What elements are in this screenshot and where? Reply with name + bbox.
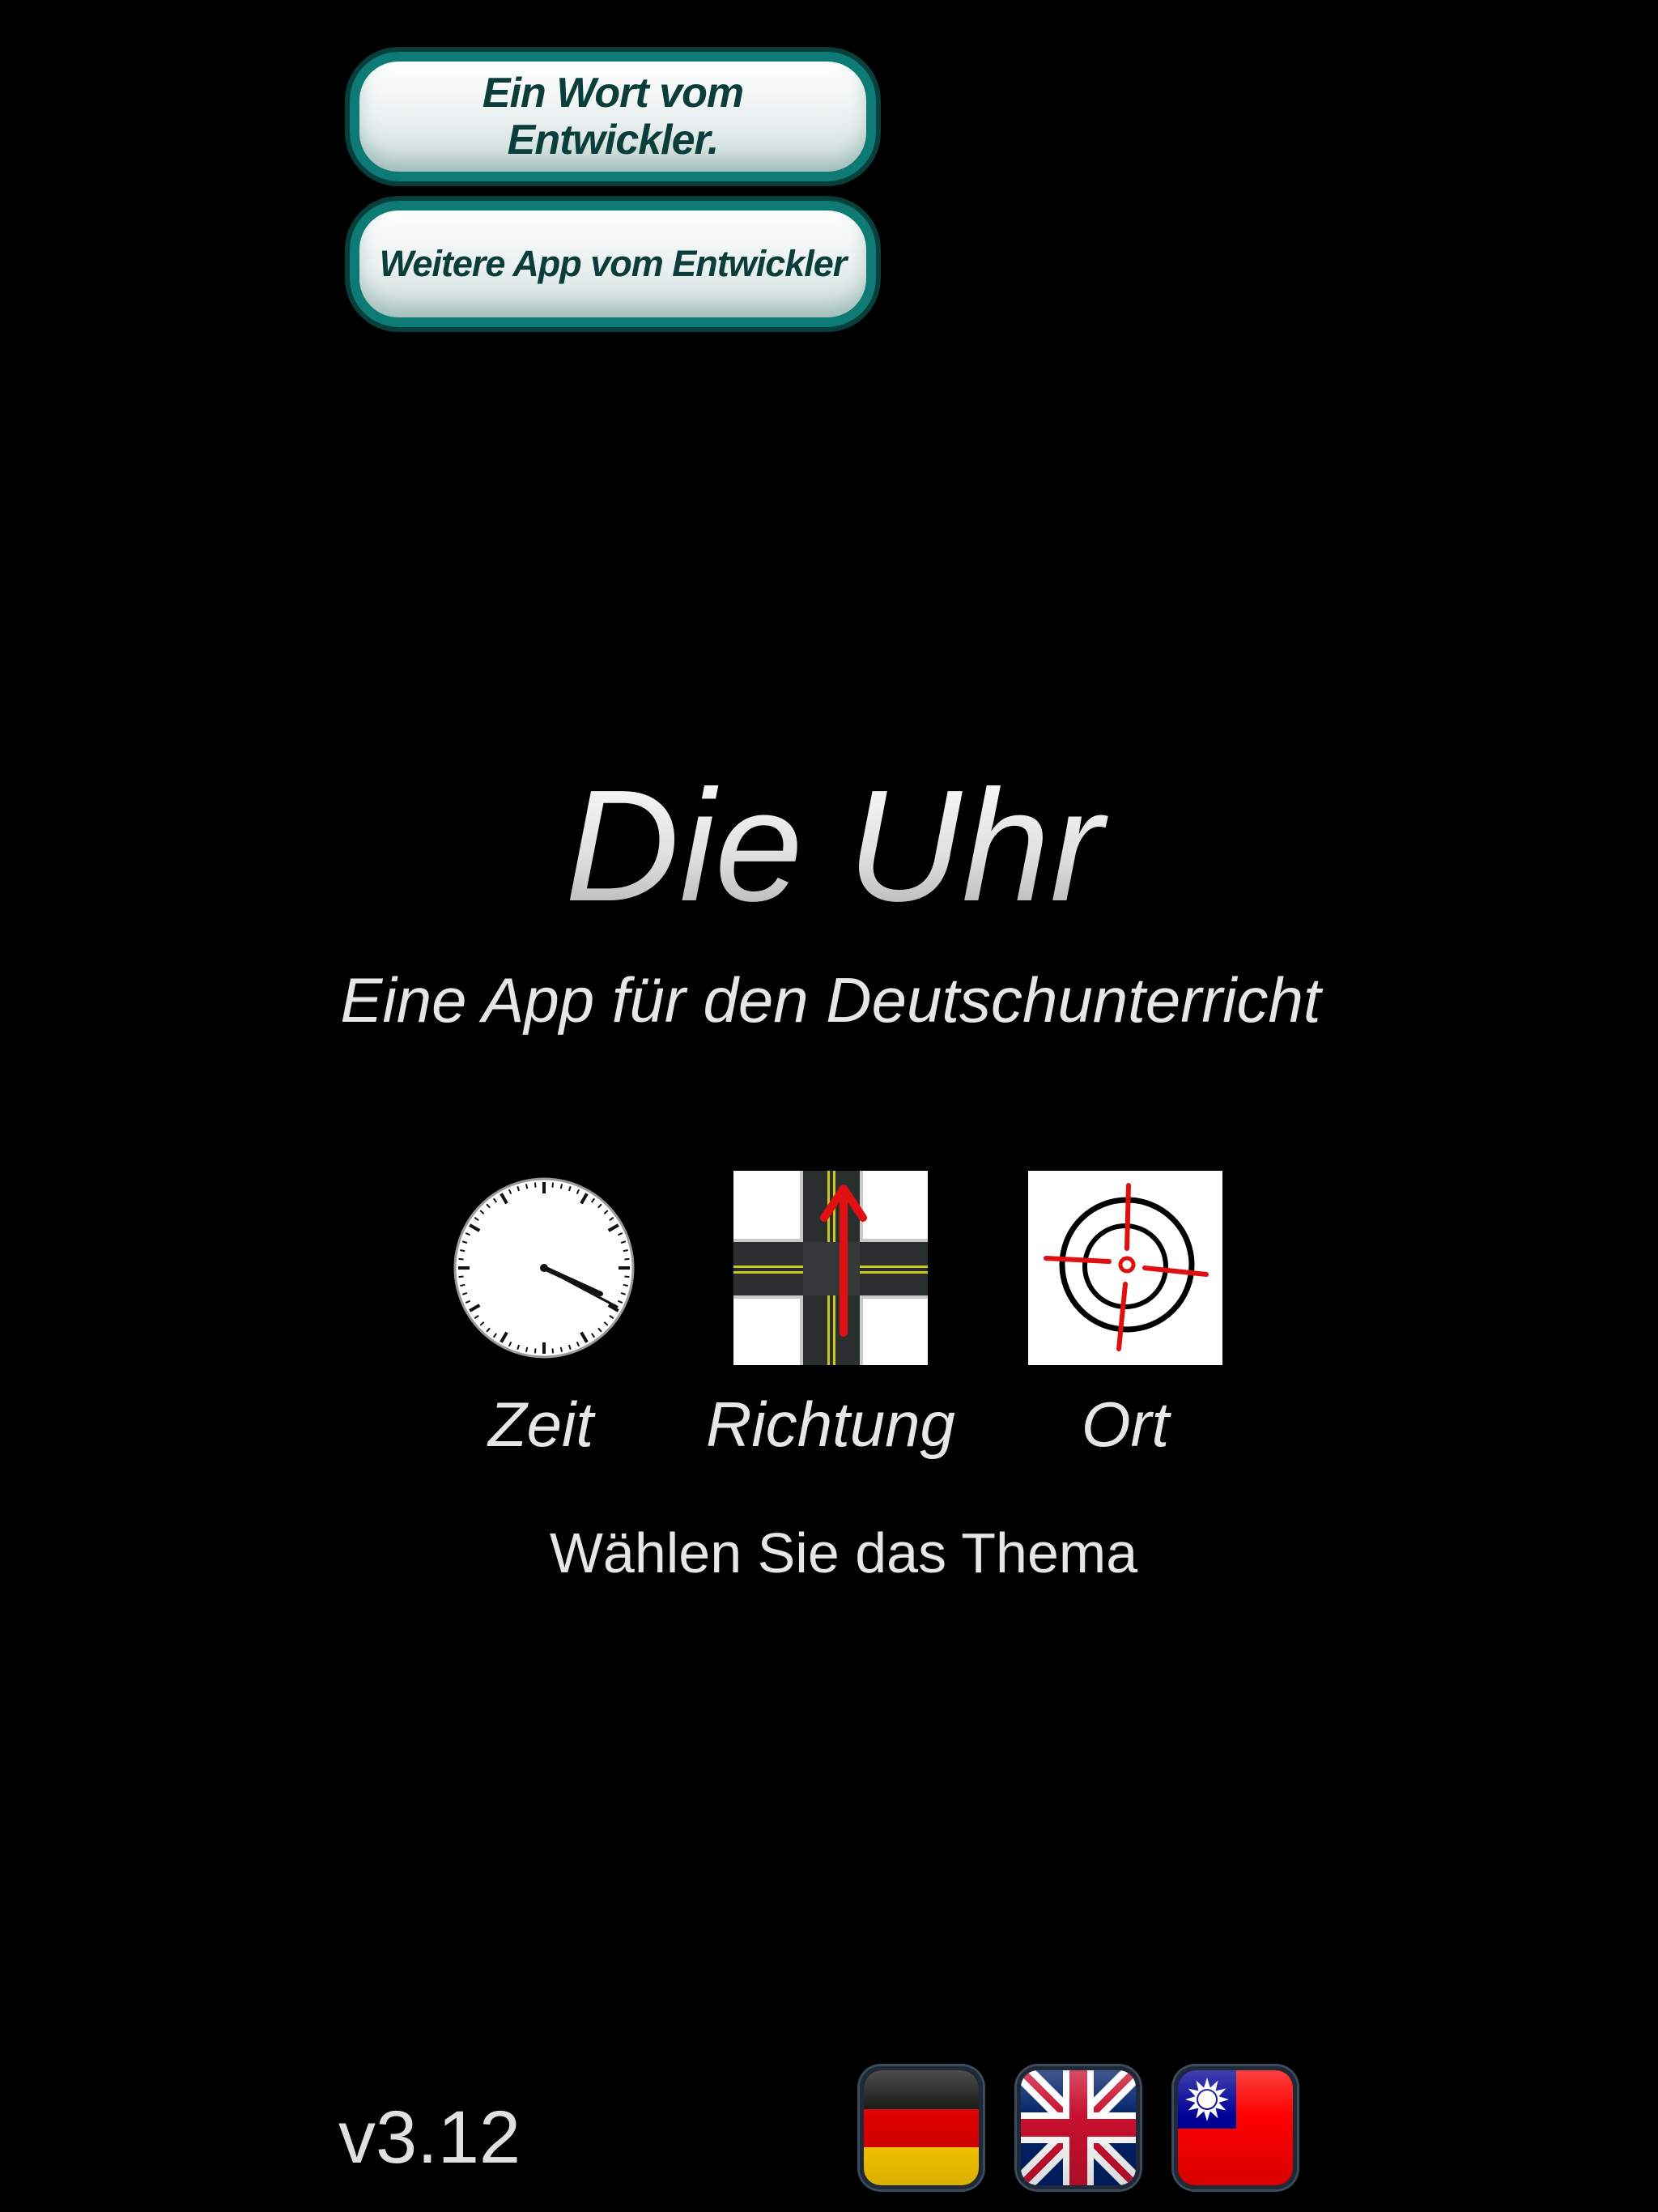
german-flag-button[interactable]: [860, 2066, 983, 2189]
main-screen: Ein Wort vom Entwickler. Weitere App vom…: [0, 0, 1658, 2212]
uk-flag-button[interactable]: [1017, 2066, 1140, 2189]
version-label: v3.12: [338, 2096, 521, 2179]
taiwan-flag-button[interactable]: [1174, 2066, 1297, 2189]
topic-ort-button[interactable]: Ort: [1028, 1171, 1222, 1470]
crossroad-arrow-icon[interactable]: [733, 1171, 928, 1365]
topic-richtung-button[interactable]: Richtung: [706, 1171, 955, 1470]
topic-richtung-label: Richtung: [706, 1389, 955, 1460]
clock-icon[interactable]: [447, 1171, 641, 1365]
more-apps-label: Weitere App vom Entwickler: [379, 243, 848, 284]
more-apps-button[interactable]: Weitere App vom Entwickler: [350, 201, 876, 327]
topic-zeit-label: Zeit: [487, 1389, 594, 1460]
uk-flag-icon: [1021, 2070, 1136, 2185]
topic-zeit-button[interactable]: Zeit: [444, 1171, 638, 1470]
app-title: Die Uhr: [0, 757, 1658, 935]
taiwan-flag-icon: [1178, 2070, 1293, 2185]
developer-word-label: Ein Wort vom Entwickler.: [482, 70, 744, 164]
developer-word-button[interactable]: Ein Wort vom Entwickler.: [350, 52, 876, 181]
target-crosshair-icon[interactable]: [1028, 1171, 1222, 1365]
topic-ort-label: Ort: [1081, 1389, 1170, 1460]
choose-topic-instruction: Wählen Sie das Thema: [549, 1521, 1138, 1585]
german-flag-icon: [864, 2070, 979, 2185]
app-subtitle: Eine App für den Deutschunterricht: [340, 964, 1321, 1036]
